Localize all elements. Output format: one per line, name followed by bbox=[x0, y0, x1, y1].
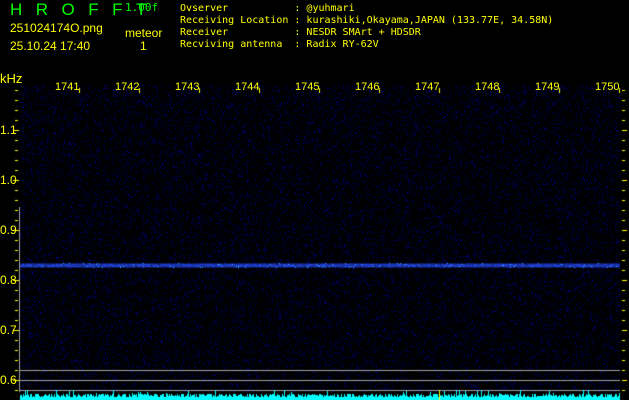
y-tick-label: 0.9 bbox=[0, 223, 17, 237]
meteor-label: meteor bbox=[125, 26, 163, 40]
filename-label: 251024174O.png bbox=[10, 21, 103, 35]
x-tick-label: 1742 bbox=[115, 81, 140, 93]
y-tick-label: 0.7 bbox=[0, 323, 17, 337]
waterfall-spectrogram bbox=[0, 0, 629, 400]
datetime-label: 25.10.24 17:40 bbox=[10, 39, 91, 53]
x-tick-label: 1748 bbox=[475, 81, 500, 93]
y-tick-label: 1.1 bbox=[0, 123, 17, 137]
y-tick-label: 0.6 bbox=[0, 373, 17, 387]
y-tick-label: 0.8 bbox=[0, 273, 17, 287]
info-antenna: Recviving antenna : Radix RY-62V bbox=[180, 39, 379, 50]
x-tick-label: 1741 bbox=[55, 81, 80, 93]
info-receiver: Receiver : NESDR SMArt + HDSDR bbox=[180, 27, 421, 38]
x-tick-label: 1749 bbox=[535, 81, 560, 93]
x-tick-label: 1750 bbox=[595, 81, 620, 93]
x-tick-label: 1746 bbox=[355, 81, 380, 93]
x-tick-label: 1745 bbox=[295, 81, 320, 93]
x-tick-label: 1744 bbox=[235, 81, 260, 93]
info-observer: Ovserver : @yuhmari bbox=[180, 3, 355, 14]
y-tick-label: 1.0 bbox=[0, 173, 17, 187]
version-label: 1.00f bbox=[125, 1, 159, 14]
y-axis-unit: kHz bbox=[0, 71, 23, 86]
info-location: Receiving Location : kurashiki,Okayama,J… bbox=[180, 15, 554, 26]
meteor-count: 1 bbox=[140, 39, 147, 53]
x-tick-label: 1743 bbox=[175, 81, 200, 93]
x-tick-label: 1747 bbox=[415, 81, 440, 93]
